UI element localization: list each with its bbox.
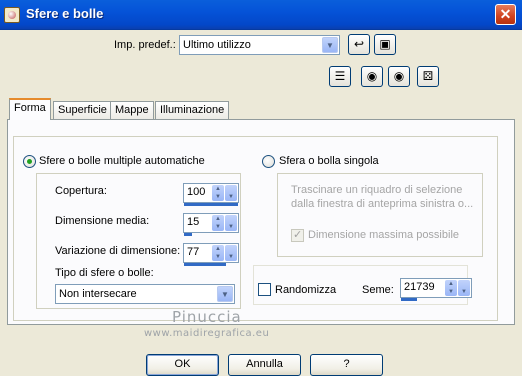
- save-preset-icon: ▣: [379, 37, 391, 51]
- eye-icon: ◉: [393, 69, 405, 83]
- spin-up-down-icon: ▲ ▼: [445, 280, 457, 296]
- size-variation-stepper[interactable]: 77 ▲ ▼ ▼: [183, 243, 239, 266]
- max-size-label: Dimensione massima possibile: [308, 229, 460, 241]
- ok-label: OK: [174, 358, 191, 370]
- preset-label: Imp. predef.:: [114, 39, 176, 51]
- preset-value: Ultimo utilizzo: [183, 39, 251, 51]
- spin-up-down-icon: ▲ ▼: [212, 185, 224, 201]
- tab-superficie[interactable]: Superficie: [53, 101, 112, 119]
- preview-toggle-button[interactable]: ☰: [329, 66, 351, 87]
- type-dropdown[interactable]: Non intersecare ▼: [55, 284, 235, 304]
- coverage-label: Copertura:: [55, 185, 107, 197]
- cancel-label: Annulla: [246, 358, 283, 370]
- size-variation-level-bar: [184, 263, 226, 266]
- randomize-button[interactable]: ⚄: [417, 66, 439, 87]
- watermark-name: Pinuccia: [172, 308, 242, 326]
- seed-value: 21739: [404, 281, 435, 293]
- spin-up-down-icon: ▲ ▼: [212, 245, 224, 261]
- reset-preset-button[interactable]: ↩: [348, 34, 370, 55]
- size-variation-value: 77: [187, 246, 200, 258]
- seed-stepper[interactable]: 21739 ▲ ▼ ▼: [400, 278, 472, 301]
- randomize-checkbox[interactable]: [258, 283, 271, 296]
- chevron-down-icon: ▼: [458, 280, 470, 296]
- tab-forma[interactable]: Forma: [9, 98, 51, 120]
- close-icon: ✕: [499, 6, 512, 22]
- max-size-checkbox[interactable]: [291, 228, 304, 242]
- coverage-value: 100: [187, 186, 206, 198]
- title-bar: Sfere e bolle ✕: [0, 0, 522, 30]
- tab-label: Illuminazione: [160, 104, 225, 116]
- chevron-down-icon: ▼: [322, 37, 338, 53]
- chevron-down-icon: ▼: [225, 185, 237, 201]
- preset-dropdown[interactable]: Ultimo utilizzo ▼: [179, 35, 340, 55]
- seed-label: Seme:: [362, 284, 394, 296]
- avg-size-level-bar: [184, 233, 192, 236]
- avg-size-stepper[interactable]: 15 ▲ ▼ ▼: [183, 213, 239, 236]
- help-label: ?: [343, 358, 350, 370]
- avg-size-value: 15: [187, 216, 200, 228]
- window-title: Sfere e bolle: [26, 6, 104, 21]
- seed-level-bar: [401, 298, 417, 301]
- coverage-level-bar: [184, 203, 238, 206]
- preview-toggle-icon: ☰: [334, 69, 346, 83]
- randomize-dice-icon: ⚄: [422, 69, 434, 83]
- chevron-down-icon: ▼: [225, 215, 237, 231]
- eye-proof-icon: ◉: [366, 69, 378, 83]
- watermark-url: www.maidiregrafica.eu: [144, 328, 270, 339]
- tab-label: Mappe: [115, 104, 149, 116]
- randomize-label: Randomizza: [275, 284, 337, 296]
- spin-up-down-icon: ▲ ▼: [212, 215, 224, 231]
- close-button[interactable]: ✕: [495, 4, 516, 25]
- single-radio-label: Sfera o bolla singola: [279, 155, 379, 167]
- tab-mappe[interactable]: Mappe: [110, 101, 154, 119]
- avg-size-label: Dimensione media:: [55, 215, 150, 227]
- chevron-down-icon: ▼: [217, 286, 233, 302]
- chevron-down-icon: ▼: [225, 245, 237, 261]
- auto-radio-label: Sfere o bolle multiple automatiche: [39, 155, 205, 167]
- reset-icon: ↩: [353, 37, 365, 51]
- single-radio[interactable]: [262, 155, 275, 168]
- tab-illuminazione[interactable]: Illuminazione: [155, 101, 230, 119]
- type-value: Non intersecare: [59, 288, 137, 300]
- coverage-stepper[interactable]: 100 ▲ ▼ ▼: [183, 183, 239, 206]
- single-hint-text: Trascinare un riquadro di selezione dall…: [291, 184, 474, 210]
- tab-label: Superficie: [58, 104, 107, 116]
- auto-proof-button[interactable]: ◉: [388, 66, 410, 87]
- save-preset-button[interactable]: ▣: [374, 34, 396, 55]
- size-variation-label: Variazione di dimensione:: [55, 245, 181, 257]
- type-label: Tipo di sfere o bolle:: [55, 267, 154, 279]
- app-icon: [4, 7, 20, 23]
- tab-label: Forma: [14, 102, 46, 114]
- proof-button[interactable]: ◉: [361, 66, 383, 87]
- auto-radio[interactable]: [23, 155, 36, 168]
